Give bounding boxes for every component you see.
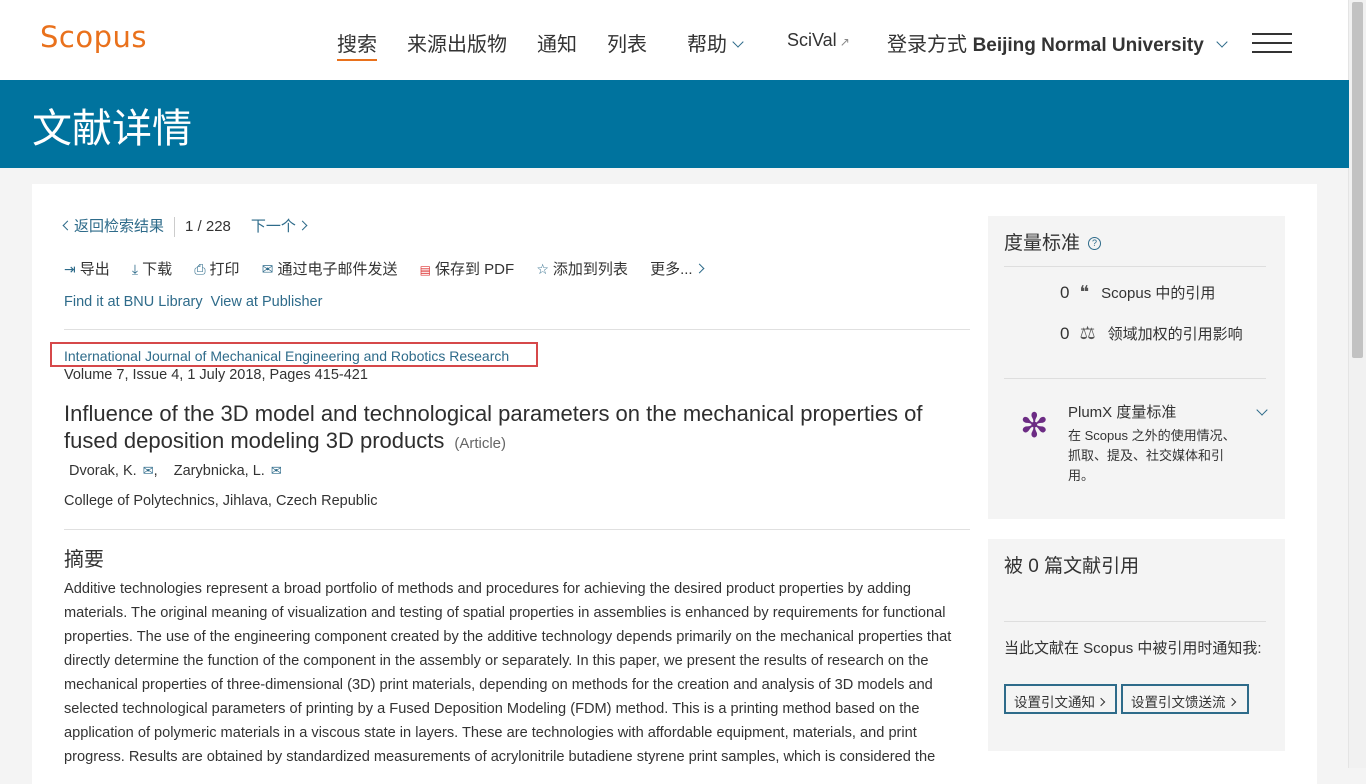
divider (64, 329, 970, 330)
chevron-down-icon (732, 36, 744, 48)
nav-scival-label: SciVal (787, 30, 837, 50)
divider (64, 529, 970, 530)
page-banner: 文献详情 (0, 80, 1349, 168)
star-icon: ☆ (536, 261, 549, 277)
access-links: Find it at BNU Library View at Publisher (64, 294, 322, 310)
affiliation: College of Polytechnics, Jihlava, Czech … (64, 493, 378, 509)
download-icon: ⤓ (131, 261, 139, 277)
more-button[interactable]: 更多... (650, 258, 705, 279)
top-navigation-bar: Scopus 搜索 来源出版物 通知 列表 帮助 SciVal ↗ 登录方式 Be… (0, 0, 1349, 80)
scopus-logo[interactable]: Scopus (40, 20, 147, 54)
export-button[interactable]: ⇥ 导出 (64, 258, 110, 279)
abstract-text: Additive technologies represent a broad … (64, 581, 952, 765)
chevron-right-icon (694, 263, 705, 274)
journal-link[interactable]: International Journal of Mechanical Engi… (50, 342, 538, 367)
set-citation-alert-button[interactable]: 设置引文通知 (1004, 684, 1117, 714)
cited-by-heading: 被 0 篇文献引用 (1004, 556, 1140, 577)
author-list: Dvorak, K. ✉, Zarybnicka, L. ✉ (69, 463, 282, 479)
chevron-right-icon (1227, 697, 1236, 707)
next-result-link[interactable]: 下一个 (251, 218, 308, 235)
chevron-down-icon (1216, 36, 1228, 48)
chevron-left-icon (62, 220, 73, 231)
chevron-right-icon (297, 220, 308, 231)
divider (1004, 266, 1266, 267)
nav-sources[interactable]: 来源出版物 (407, 28, 507, 57)
author-link[interactable]: Dvorak, K. (69, 463, 137, 479)
citation-notify-text: 当此文献在 Scopus 中被引用时通知我: (1004, 640, 1262, 657)
help-icon[interactable]: ? (1088, 237, 1102, 251)
result-total: 228 (205, 218, 231, 235)
metrics-panel: 度量标准? 0 ❝ Scopus 中的引用 0 ⚖ 领域加权的引用影响 ✻ PlumX … (988, 216, 1285, 519)
abstract-heading: 摘要 (64, 549, 104, 571)
nav-help[interactable]: 帮助 (687, 28, 744, 57)
metrics-heading: 度量标准? (1004, 228, 1102, 255)
nav-lists[interactable]: 列表 (607, 28, 647, 57)
hamburger-menu-icon[interactable] (1252, 33, 1292, 53)
nav-scival[interactable]: SciVal ↗ (787, 30, 850, 51)
login-prefix: 登录方式 (887, 34, 967, 56)
save-pdf-button[interactable]: ▤ 保存到 PDF (420, 258, 515, 279)
divider (1004, 621, 1266, 622)
chevron-right-icon (1096, 697, 1106, 707)
vertical-scrollbar[interactable] (1348, 0, 1366, 768)
cited-by-panel: 被 0 篇文献引用 当此文献在 Scopus 中被引用时通知我: 设置引文通知 … (988, 539, 1285, 751)
quote-icon: ❝ (1079, 282, 1090, 302)
library-link[interactable]: Find it at BNU Library (64, 294, 203, 310)
plumx-description: 在 Scopus 之外的使用情况、抓取、提及、社交媒体和引用。 (1068, 428, 1236, 483)
page-title: 文献详情 (32, 107, 192, 151)
nav-search[interactable]: 搜索 (337, 28, 377, 61)
email-button[interactable]: ✉ 通过电子邮件发送 (262, 258, 398, 279)
export-icon: ⇥ (64, 261, 76, 277)
plumx-icon: ✻ (1020, 407, 1049, 445)
envelope-icon[interactable]: ✉ (271, 463, 282, 478)
add-to-list-button[interactable]: ☆ 添加到列表 (536, 258, 628, 279)
login-institution[interactable]: 登录方式 Beijing Normal University (887, 28, 1228, 57)
result-current: 1 (185, 218, 194, 235)
citation-count-metric[interactable]: 0 ❝ Scopus 中的引用 (1060, 282, 1215, 303)
set-citation-feed-button[interactable]: 设置引文馈送流 (1121, 684, 1249, 714)
external-link-icon: ↗ (839, 35, 850, 49)
document-toolbar: ⇥ 导出 ⤓ 下载 ⎙ 打印 ✉ 通过电子邮件发送 ▤ 保存到 PDF ☆ 添加到列表 更多… (64, 258, 721, 279)
nav-alerts[interactable]: 通知 (537, 28, 577, 57)
download-button[interactable]: ⤓ 下载 (132, 258, 172, 279)
envelope-icon[interactable]: ✉ (143, 463, 154, 478)
divider (1004, 378, 1266, 379)
volume-info: Volume 7, Issue 4, 1 July 2018, Pages 41… (64, 367, 368, 383)
document-type: (Article) (454, 435, 507, 452)
result-navigation: 返回检索结果 1 / 228 下一个 (62, 215, 308, 238)
envelope-icon: ✉ (261, 261, 274, 277)
login-org: Beijing Normal University (972, 35, 1204, 56)
back-to-results-link[interactable]: 返回检索结果 (62, 218, 164, 235)
chevron-down-icon[interactable] (1256, 404, 1268, 416)
scale-icon: ⚖ (1079, 323, 1096, 343)
scrollbar-thumb[interactable] (1352, 2, 1363, 358)
document-title: Influence of the 3D model and technologi… (64, 400, 964, 457)
publisher-link[interactable]: View at Publisher (211, 294, 323, 310)
fwci-metric[interactable]: 0 ⚖ 领域加权的引用影响 (1060, 323, 1243, 344)
author-link[interactable]: Zarybnicka, L. (174, 463, 265, 479)
nav-help-label: 帮助 (687, 34, 727, 56)
print-button[interactable]: ⎙ 打印 (194, 258, 239, 279)
pdf-icon: ▤ (419, 263, 431, 277)
printer-icon: ⎙ (194, 261, 206, 277)
plumx-title[interactable]: PlumX 度量标准 (1068, 401, 1176, 422)
